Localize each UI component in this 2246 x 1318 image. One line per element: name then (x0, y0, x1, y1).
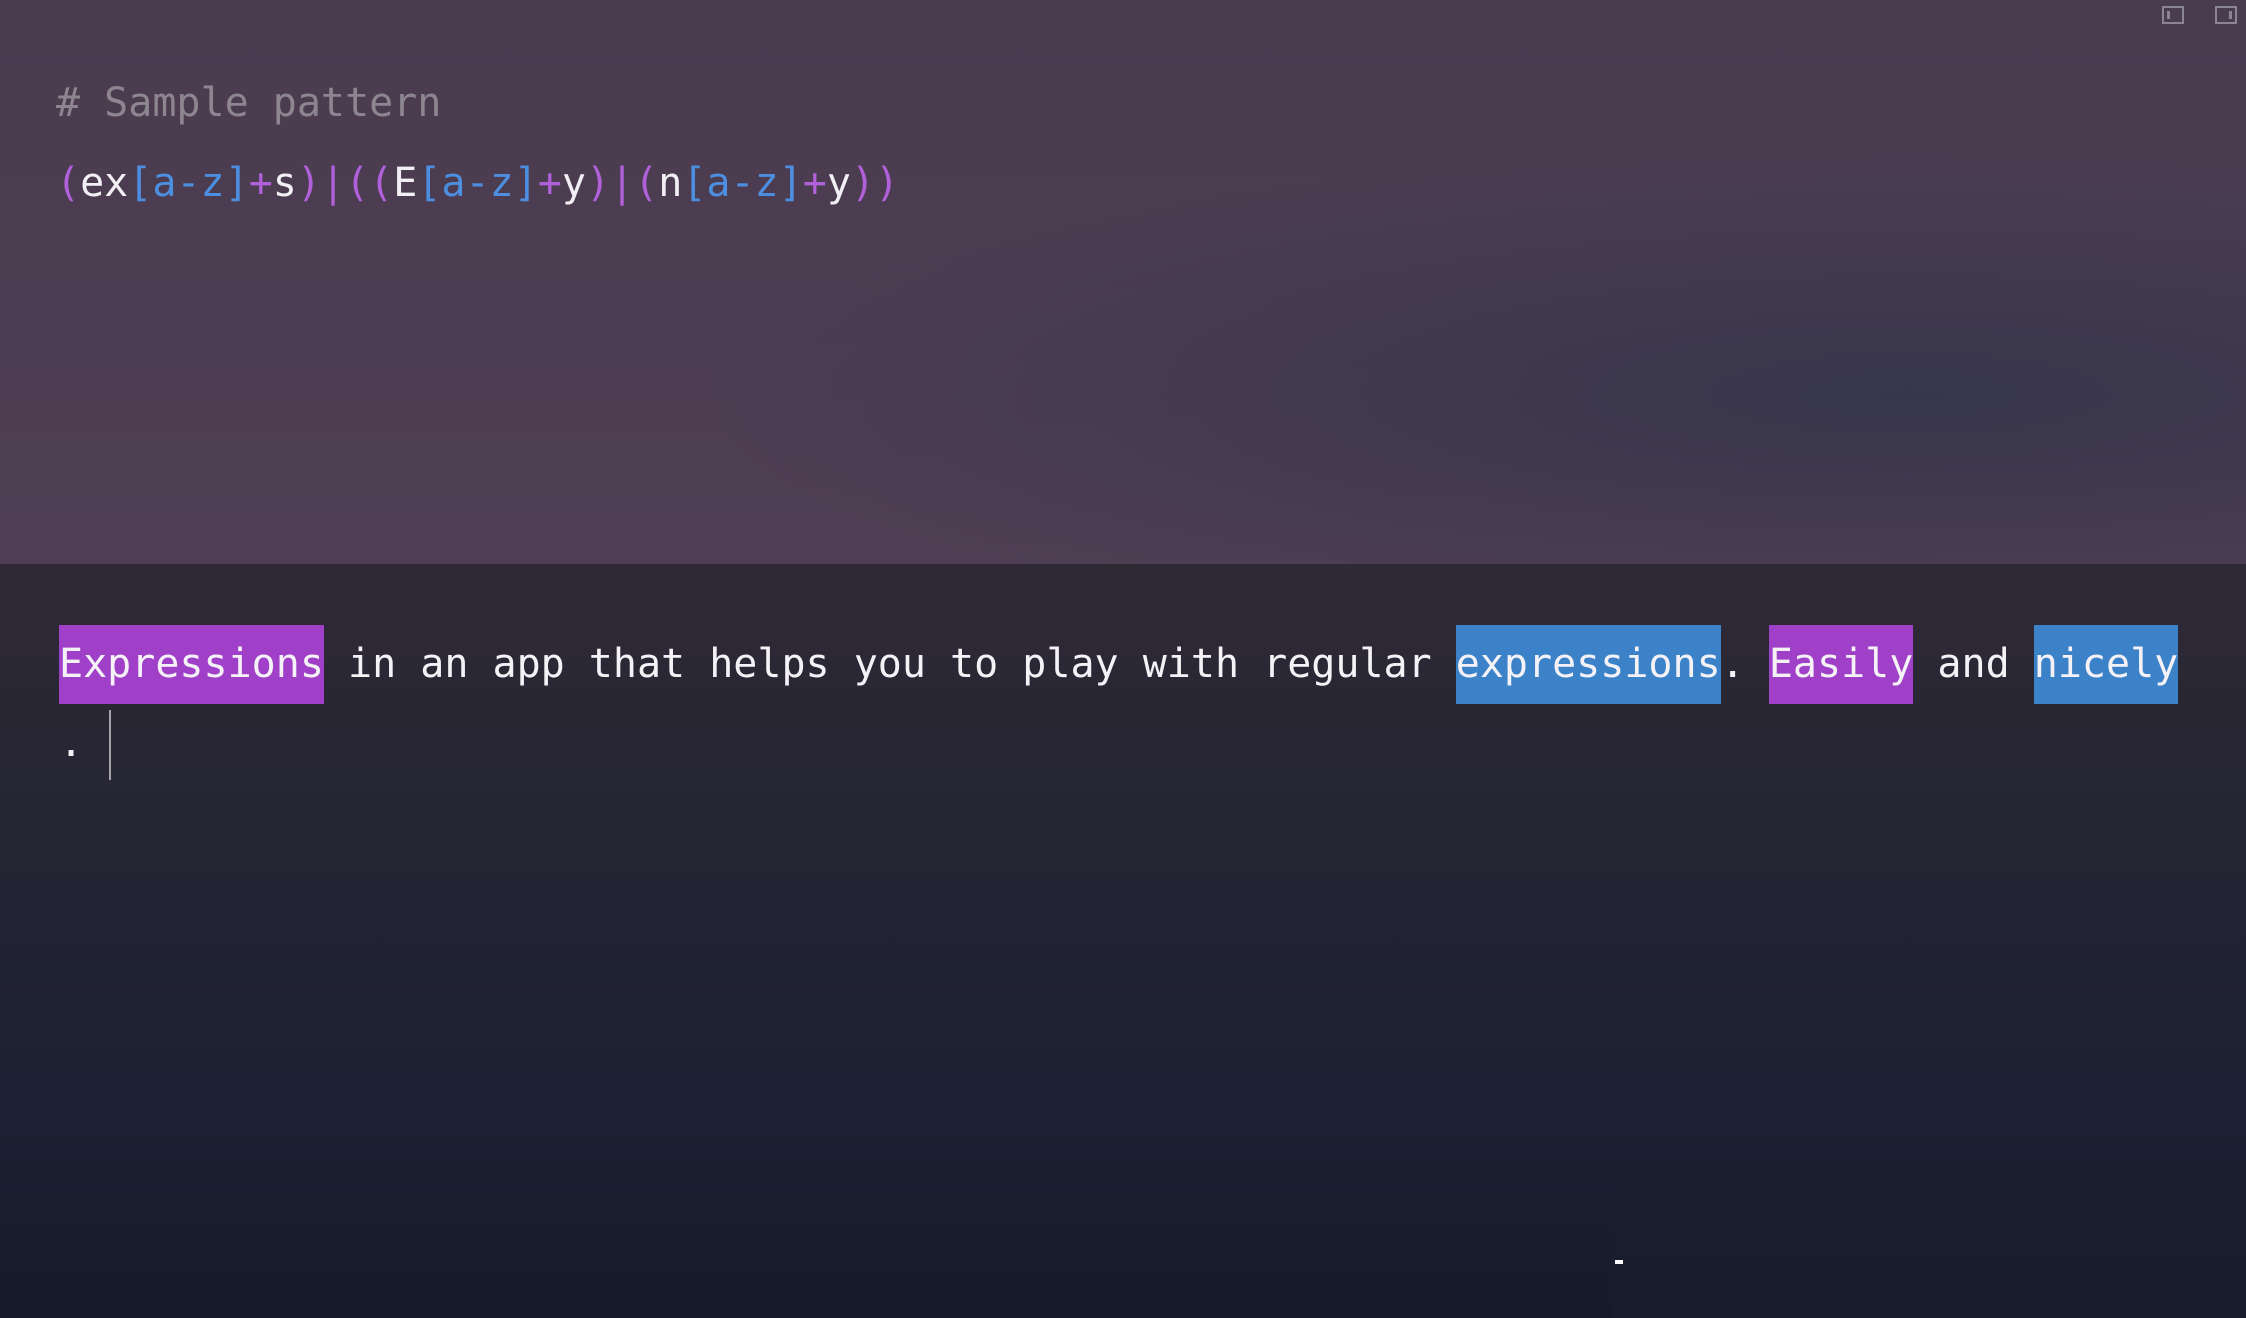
pattern-token-lit: E (393, 160, 418, 206)
pattern-token-paren: ( (634, 160, 659, 206)
pattern-token-paren: )) (850, 160, 900, 206)
pattern-token-paren: (( (345, 160, 394, 206)
match-highlight: expressions (1455, 625, 1721, 704)
pattern-comment: # Sample pattern (56, 80, 442, 126)
plain-text: in an app that helps you to play with re… (323, 641, 1456, 687)
plain-text: and (1913, 641, 2034, 687)
pattern-token-quant: + (802, 160, 827, 206)
pattern-token-quant: + (537, 160, 562, 206)
pattern-token-paren: ) (585, 160, 611, 206)
pattern-token-lit: s (272, 160, 297, 206)
plain-text: . (1720, 641, 1769, 687)
sidebar-left-icon[interactable] (2162, 6, 2184, 24)
bottom-right-panel (1612, 1188, 2246, 1318)
pattern-token-paren: ) (296, 160, 321, 206)
pattern-token-lit: n (658, 160, 683, 206)
text-cursor (109, 710, 112, 780)
pattern-token-lit: y (826, 160, 851, 206)
pattern-token-class: [a-z] (682, 160, 803, 206)
pattern-token-alt: | (320, 160, 346, 206)
pattern-token-quant: + (248, 160, 273, 206)
pattern-token-paren: ( (56, 160, 81, 206)
pattern-token-class: [a-z] (128, 160, 249, 206)
test-text-input[interactable]: Expressions in an app that helps you to … (59, 625, 2179, 783)
scroll-marker (1615, 1260, 1623, 1264)
plain-text: . (59, 720, 108, 766)
pattern-token-class: [a-z] (417, 160, 538, 206)
sidebar-right-icon[interactable] (2215, 6, 2237, 24)
pattern-token-lit: ex (80, 160, 129, 206)
regex-pattern-input[interactable]: (ex[a-z]+s)|((E[a-z]+y)|(n[a-z]+y)) (56, 158, 899, 208)
pattern-token-lit: y (561, 160, 586, 206)
match-highlight: Expressions (59, 625, 324, 704)
match-highlight: nicely (2033, 625, 2179, 704)
pattern-token-alt: | (610, 160, 635, 206)
match-highlight: Easily (1768, 625, 1914, 704)
